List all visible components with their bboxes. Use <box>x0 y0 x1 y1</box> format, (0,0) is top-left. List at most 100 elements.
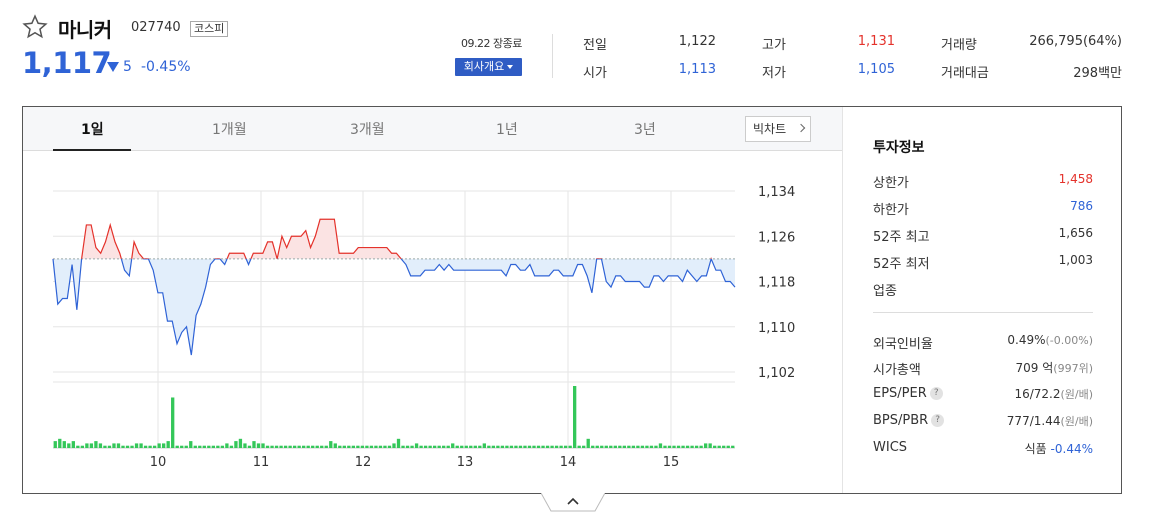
volume-bar <box>559 445 563 448</box>
volume-bar <box>731 445 735 448</box>
info-label-lower-limit: 하한가 <box>873 203 909 218</box>
volume-bar <box>338 445 342 448</box>
volume-bar <box>482 443 486 448</box>
volume-bar <box>545 445 550 448</box>
volume-bar <box>631 445 636 448</box>
volume-bar <box>432 445 437 448</box>
stock-code: 027740 <box>131 20 181 35</box>
volume-bar <box>342 445 346 448</box>
info-title: 투자정보 <box>873 140 925 156</box>
volume-bar <box>636 445 640 448</box>
favorite-star-icon[interactable] <box>22 14 48 40</box>
y-tick-label: 1,118 <box>758 276 795 291</box>
volume-bar <box>125 445 130 448</box>
volume-bar <box>62 441 66 448</box>
volume-bar <box>121 445 125 448</box>
volume-bar <box>247 445 252 448</box>
prev-close-label: 전일 <box>583 38 607 53</box>
big-chart-button[interactable]: 빅차트 <box>745 116 811 142</box>
tab-3month[interactable]: 3개월 <box>350 119 385 139</box>
volume-bar <box>523 445 527 448</box>
volume-bar <box>654 445 658 448</box>
volume-bar <box>536 445 541 448</box>
volume-bar <box>261 443 265 448</box>
volume-bar <box>53 441 57 448</box>
volume-bar <box>419 445 423 448</box>
volume-bar <box>116 443 121 448</box>
volume-bar <box>351 445 356 448</box>
y-tick-label: 1,134 <box>758 185 795 200</box>
price-change-percent: -0.45% <box>141 59 191 75</box>
volume-bar <box>708 443 712 448</box>
volume-bar <box>478 445 482 448</box>
volume-bar <box>690 445 694 448</box>
volume-bar <box>139 443 143 448</box>
volume-bar <box>383 445 387 448</box>
volume-bar <box>509 445 514 448</box>
volume-bar <box>595 445 599 448</box>
volume-bar <box>722 445 726 448</box>
volume-bar <box>288 445 292 448</box>
volume-bar <box>71 441 75 448</box>
volume-bar <box>451 443 455 448</box>
volume-bar <box>649 445 654 448</box>
volume-bar <box>220 445 225 448</box>
volume-bar <box>198 445 202 448</box>
volume-bar <box>148 445 152 448</box>
collapse-button[interactable] <box>541 493 605 512</box>
volume-bar <box>469 445 473 448</box>
volume-bar <box>283 445 288 448</box>
volume-bar <box>442 445 446 448</box>
volume-bar <box>143 445 148 448</box>
volume-bar <box>161 443 166 448</box>
info-divider <box>873 312 1093 313</box>
high-value: 1,131 <box>857 34 895 49</box>
low-value: 1,105 <box>857 62 895 77</box>
volume-bar <box>211 445 215 448</box>
volume-bar <box>685 445 690 448</box>
volume-bar <box>577 445 581 448</box>
tab-1day[interactable]: 1일 <box>81 119 104 139</box>
volume-bar <box>130 445 134 448</box>
company-overview-button[interactable]: 회사개요 <box>455 58 522 76</box>
volume-bar <box>505 445 509 448</box>
volume-bar <box>586 438 590 448</box>
volume-bar <box>676 445 681 448</box>
volume-bar <box>554 445 559 448</box>
volume-bar <box>324 445 328 448</box>
info-value-wics: 식품 -0.44% <box>1024 442 1093 456</box>
volume-bar <box>600 445 604 448</box>
prev-close-value: 1,122 <box>678 34 716 49</box>
volume-bar <box>563 445 568 448</box>
info-label-52w-high: 52주 최고 <box>873 230 930 245</box>
volume-bar <box>166 441 170 448</box>
y-tick-label: 1,126 <box>758 230 795 245</box>
volume-bar <box>85 443 89 448</box>
volume-bar <box>627 445 631 448</box>
volume-bar <box>437 445 441 448</box>
info-label-wics: WICS <box>873 440 908 455</box>
caret-down-icon <box>507 65 514 69</box>
volume-bar <box>699 445 703 448</box>
volume-bar <box>67 443 71 448</box>
info-label-sector: 업종 <box>873 284 897 299</box>
market-badge: 코스피 <box>190 21 229 37</box>
info-value-52w-high: 1,656 <box>1058 226 1093 240</box>
volume-bar <box>171 397 175 448</box>
intraday-chart: 1,134 1,126 1,118 1,110 1,102 10 11 12 13 14 15 <box>52 185 795 470</box>
volume-bar <box>315 445 319 448</box>
volume-bar <box>302 445 306 448</box>
volume-bar <box>306 445 310 448</box>
tab-1month[interactable]: 1개월 <box>212 119 247 139</box>
help-icon[interactable]: ? <box>931 414 945 427</box>
volume-bar <box>609 445 613 448</box>
panel-divider <box>842 107 843 493</box>
volume-bar <box>694 445 699 448</box>
volume-bar <box>568 445 572 448</box>
help-icon[interactable]: ? <box>929 387 943 400</box>
tab-3year[interactable]: 3년 <box>634 119 656 139</box>
volume-bar <box>663 445 667 448</box>
volume-bar <box>175 445 179 448</box>
tab-1year[interactable]: 1년 <box>496 119 518 139</box>
amount-label: 거래대금 <box>941 66 989 81</box>
